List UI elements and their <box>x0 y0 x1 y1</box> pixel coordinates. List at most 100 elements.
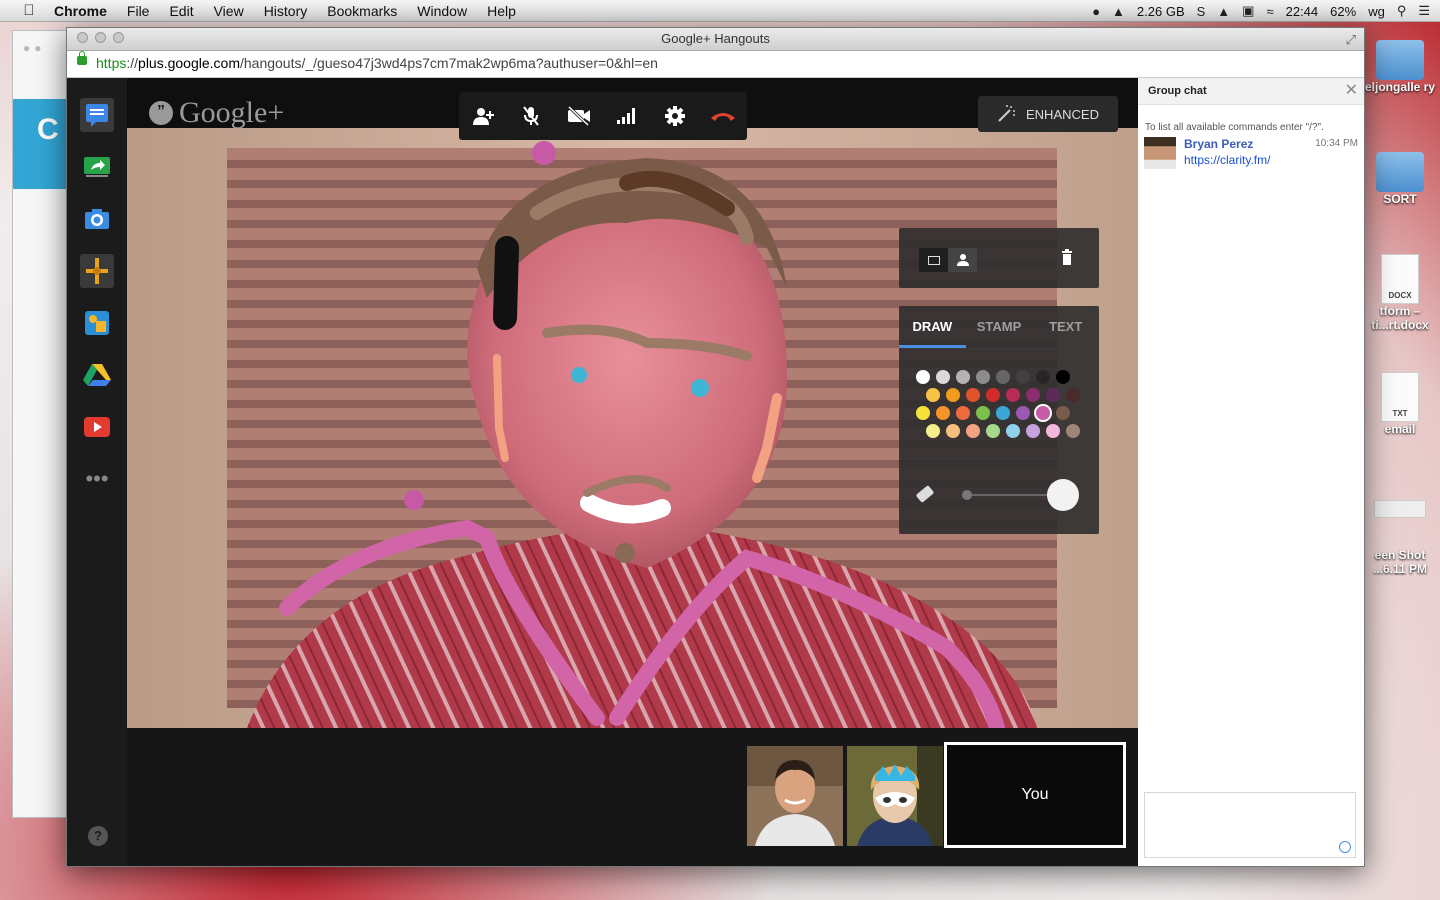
secure-lock-icon[interactable] <box>77 51 87 65</box>
color-swatch[interactable] <box>946 424 960 438</box>
color-swatch[interactable] <box>1056 406 1070 420</box>
participant-thumbnail[interactable] <box>747 746 843 846</box>
color-swatch[interactable] <box>1016 406 1030 420</box>
toggle-person-option[interactable] <box>948 248 977 272</box>
memory-indicator[interactable]: 2.26 GB <box>1137 4 1185 19</box>
color-swatch[interactable] <box>916 406 930 420</box>
color-swatch[interactable] <box>1066 388 1080 402</box>
chat-message-input[interactable] <box>1144 792 1356 858</box>
color-swatch[interactable] <box>966 388 980 402</box>
drive-sync-icon[interactable]: ▲ <box>1217 4 1230 19</box>
menu-edit[interactable]: Edit <box>169 3 193 19</box>
capture-app-button[interactable] <box>80 202 114 236</box>
self-view-tile[interactable]: You <box>944 742 1126 848</box>
color-swatch[interactable] <box>936 406 950 420</box>
slider-knob[interactable] <box>962 490 972 500</box>
color-swatch[interactable] <box>916 370 930 384</box>
desktop-folder-1[interactable]: eljongalle ry <box>1360 40 1440 94</box>
minimize-window-button[interactable] <box>95 32 106 43</box>
toggle-screen-option[interactable] <box>919 248 948 272</box>
menu-bookmarks[interactable]: Bookmarks <box>327 3 397 19</box>
color-swatch[interactable] <box>956 370 970 384</box>
hang-up-button[interactable] <box>705 98 741 134</box>
color-swatch[interactable] <box>976 370 990 384</box>
window-titlebar[interactable]: Google+ Hangouts ⤢ <box>67 28 1364 51</box>
participant-thumbnail[interactable] <box>847 746 943 846</box>
color-swatch[interactable] <box>976 406 990 420</box>
desktop-docx-file[interactable]: DOCX tform – ti...rt.docx <box>1360 254 1440 332</box>
list-menu-icon[interactable]: ☰ <box>1418 3 1430 19</box>
avatar[interactable] <box>1144 137 1176 169</box>
color-swatch[interactable] <box>956 406 970 420</box>
color-swatch[interactable] <box>1056 370 1070 384</box>
clock[interactable]: 22:44 <box>1286 4 1319 19</box>
color-swatch[interactable] <box>1036 370 1050 384</box>
battery-indicator[interactable]: 62% <box>1330 4 1356 19</box>
chat-app-button[interactable] <box>80 98 114 132</box>
zoom-window-button[interactable] <box>113 32 124 43</box>
desktop-txt-file[interactable]: TXT email <box>1360 372 1440 436</box>
sketchpad-app-button[interactable] <box>80 306 114 340</box>
brush-size-slider[interactable] <box>962 490 1049 500</box>
drive-app-button[interactable] <box>80 358 114 392</box>
desktop-screenshot-file[interactable]: een Shot ...6.11 PM <box>1360 500 1440 576</box>
clear-drawing-button[interactable] <box>1057 248 1077 268</box>
invite-people-button[interactable] <box>465 98 501 134</box>
bandwidth-button[interactable] <box>609 98 645 134</box>
menu-history[interactable]: History <box>264 3 308 19</box>
apple-icon[interactable]:  <box>18 2 40 19</box>
turn-off-camera-button[interactable] <box>561 98 597 134</box>
airplay-icon[interactable]: ▣ <box>1242 3 1254 19</box>
tab-text[interactable]: TEXT <box>1032 306 1099 348</box>
color-swatch[interactable] <box>926 424 940 438</box>
color-swatch[interactable] <box>1046 424 1060 438</box>
address-bar[interactable]: https://plus.google.com/hangouts/_/gueso… <box>67 51 1364 78</box>
color-swatch[interactable] <box>1016 370 1030 384</box>
color-swatch[interactable] <box>1066 424 1080 438</box>
color-swatch[interactable] <box>1006 388 1020 402</box>
color-swatch[interactable] <box>1026 388 1040 402</box>
effects-app-button[interactable] <box>80 254 114 288</box>
color-swatch[interactable] <box>946 388 960 402</box>
spotlight-search-icon[interactable]: ⚲ <box>1397 3 1407 19</box>
user-name[interactable]: wg <box>1368 4 1385 19</box>
menu-view[interactable]: View <box>214 3 244 19</box>
notification-bell-icon[interactable]: ▲ <box>1112 4 1125 19</box>
color-swatch[interactable] <box>966 424 980 438</box>
message-sender[interactable]: Bryan Perez <box>1184 137 1253 151</box>
color-swatch[interactable] <box>996 370 1010 384</box>
tab-stamp[interactable]: STAMP <box>966 306 1033 348</box>
settings-button[interactable] <box>657 98 693 134</box>
color-swatch[interactable] <box>1046 388 1060 402</box>
fullscreen-icon[interactable]: ⤢ <box>1346 29 1356 50</box>
background-browser-window[interactable]: ●● C <box>12 30 74 818</box>
elephant-icon[interactable]: ● <box>1092 4 1100 19</box>
menu-file[interactable]: File <box>127 3 150 19</box>
color-swatch[interactable] <box>1036 406 1050 420</box>
screenshare-app-button[interactable] <box>80 150 114 184</box>
wifi-icon[interactable]: ≈ <box>1266 4 1273 19</box>
emoji-icon[interactable] <box>1339 841 1351 853</box>
tab-draw[interactable]: DRAW <box>899 306 966 348</box>
color-swatch[interactable] <box>926 388 940 402</box>
color-swatch[interactable] <box>986 388 1000 402</box>
color-swatch[interactable] <box>1026 424 1040 438</box>
color-swatch[interactable] <box>986 424 1000 438</box>
url-text[interactable]: https://plus.google.com/hangouts/_/gueso… <box>96 51 658 76</box>
eraser-icon[interactable] <box>915 485 935 503</box>
mute-microphone-button[interactable] <box>513 98 549 134</box>
menu-window[interactable]: Window <box>417 3 467 19</box>
youtube-app-button[interactable] <box>80 410 114 444</box>
color-swatch[interactable] <box>1006 424 1020 438</box>
close-chat-icon[interactable]: ✕ <box>1345 78 1358 104</box>
desktop-folder-2[interactable]: SORT <box>1360 152 1440 206</box>
menu-app-chrome[interactable]: Chrome <box>54 3 107 19</box>
color-swatch[interactable] <box>936 370 950 384</box>
dollar-icon[interactable]: S <box>1197 4 1206 19</box>
menu-help[interactable]: Help <box>487 3 516 19</box>
help-button[interactable]: ? <box>88 826 108 846</box>
more-apps-button[interactable]: ••• <box>80 462 114 496</box>
enhanced-button[interactable]: ENHANCED <box>978 96 1118 132</box>
close-window-button[interactable] <box>77 32 88 43</box>
color-swatch[interactable] <box>996 406 1010 420</box>
